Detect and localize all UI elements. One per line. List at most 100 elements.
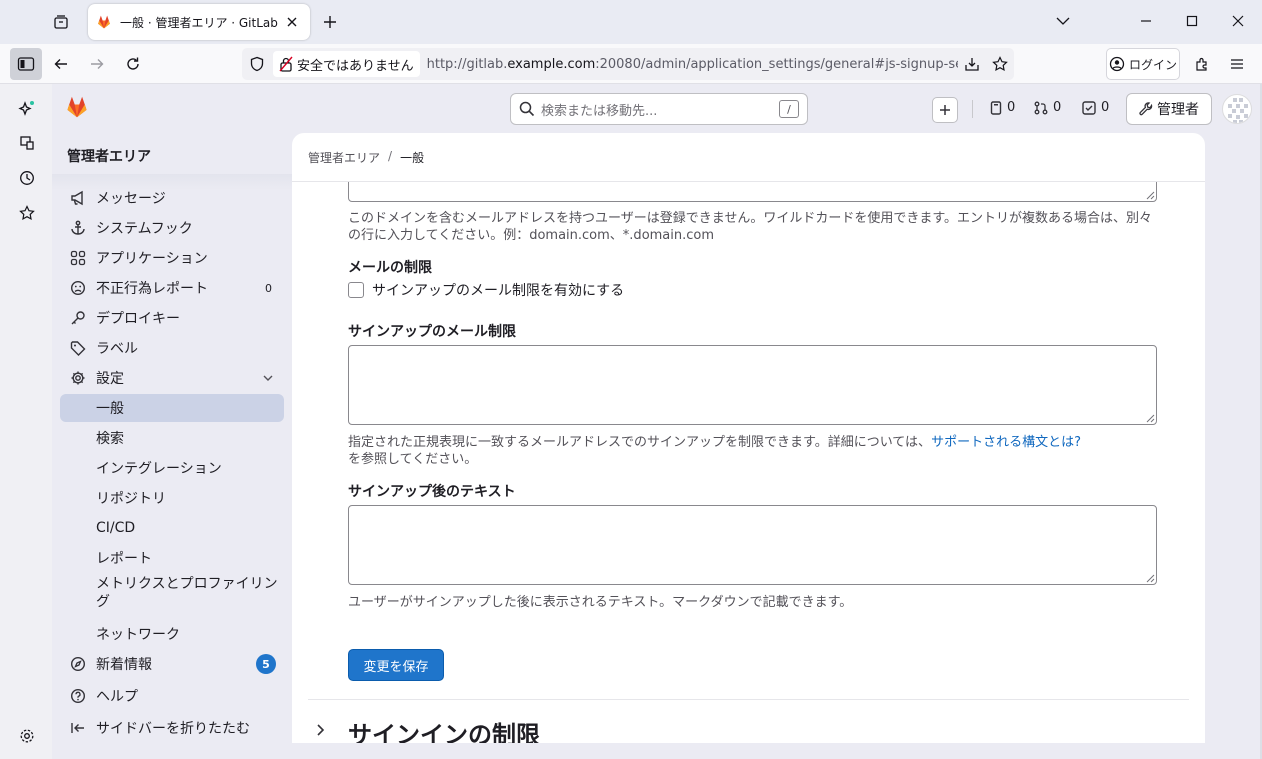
search-placeholder: 検索または移動先...: [541, 103, 658, 119]
insecure-lock-icon: [279, 56, 293, 72]
after-signup-text-label: サインアップ後のテキスト: [348, 484, 516, 500]
sidebar-scroll-area[interactable]: メッセージ システムフック アプリケーション 不正行為レポート 0 デプロイキー: [52, 174, 292, 650]
security-indicator[interactable]: 安全ではありません: [273, 51, 420, 77]
download-page-icon[interactable]: [958, 50, 986, 78]
gitlab-favicon-icon: [98, 15, 110, 29]
create-new-button[interactable]: [932, 97, 958, 123]
sidebar-subitem-label: リポジトリ: [96, 491, 166, 507]
key-icon: [68, 308, 88, 328]
user-avatar[interactable]: [1222, 94, 1252, 124]
forward-icon[interactable]: [81, 48, 113, 80]
whats-new-button[interactable]: 新着情報 5: [60, 650, 284, 678]
signup-email-restriction-help-text: 指定された正規表現に一致するメールアドレスでのサインアップを制限できます。詳細に…: [348, 435, 932, 450]
breadcrumb-current[interactable]: 一般: [400, 149, 424, 166]
merge-request-icon: [1034, 101, 1048, 114]
collapse-sidebar-button[interactable]: サイドバーを折りたたむ: [60, 714, 284, 742]
history-icon[interactable]: [14, 165, 40, 191]
header-divider: [972, 100, 973, 118]
issues-count: 0: [1007, 100, 1016, 115]
sidebar-subitem-general[interactable]: 一般: [60, 394, 284, 422]
maximize-icon[interactable]: [1179, 10, 1205, 32]
after-signup-help-text: ユーザーがサインアップした後に表示されるテキスト。マークダウンで記載できます。: [348, 595, 853, 610]
sidebar-subitem-repository[interactable]: リポジトリ: [60, 484, 284, 512]
sidebar-item-label: メッセージ: [96, 191, 166, 207]
supported-syntax-link[interactable]: サポートされる構文とは?: [931, 435, 1081, 450]
app-menu-icon[interactable]: [1221, 48, 1253, 80]
after-signup-textarea[interactable]: [348, 505, 1157, 585]
breadcrumb-separator: /: [388, 149, 393, 163]
sidebar-subitem-reporting[interactable]: レポート: [60, 544, 284, 572]
admin-area-button[interactable]: 管理者: [1126, 93, 1212, 125]
sidebar-footer: 新着情報 5 ヘルプ サイドバーを折りたたむ: [52, 650, 292, 759]
tab-list-icon[interactable]: [48, 10, 74, 34]
minimize-icon[interactable]: [1133, 10, 1159, 32]
merge-requests-counter[interactable]: 0: [1034, 100, 1061, 115]
issues-counter[interactable]: 0: [990, 100, 1015, 115]
url-prefix: http://gitlab.: [426, 56, 508, 72]
abuse-icon: [68, 278, 88, 298]
breadcrumb-admin-area[interactable]: 管理者エリア: [308, 149, 380, 166]
browser-tab[interactable]: 一般 · 管理者エリア · GitLab: [88, 4, 310, 40]
tracking-shield-icon[interactable]: [242, 56, 272, 72]
close-tab-icon[interactable]: [282, 12, 302, 32]
chevron-down-icon: [262, 374, 274, 382]
sidebar-item-labels[interactable]: ラベル: [60, 334, 284, 362]
sidebar-subitem-metrics[interactable]: メトリクスとプロファイリング: [60, 574, 284, 612]
sidebar-subitem-cicd[interactable]: CI/CD: [60, 514, 284, 542]
search-input[interactable]: 検索または移動先... /: [510, 93, 808, 125]
window-close-icon[interactable]: [1225, 10, 1251, 32]
sidebar-item-messages[interactable]: メッセージ: [60, 184, 284, 212]
sidebar-item-label: デプロイキー: [96, 311, 180, 327]
customize-sidebar-gear-icon[interactable]: [14, 723, 40, 749]
extensions-icon[interactable]: [1186, 48, 1218, 80]
denylist-help-text: このドメインを含むメールアドレスを持つユーザーは登録できません。ワイルドカードを…: [348, 211, 1153, 243]
sidebar-subitem-label: メトリクスとプロファイリング: [96, 576, 278, 610]
sign-in-restrictions-section-title[interactable]: サインインの制限: [348, 715, 540, 743]
sidebar-item-label: 設定: [96, 371, 124, 387]
sidebar-subitem-search[interactable]: 検索: [60, 424, 284, 452]
sidebar-subitem-network[interactable]: ネットワーク: [60, 620, 284, 648]
sidebar-item-deploy-keys[interactable]: デプロイキー: [60, 304, 284, 332]
ai-chatbot-icon[interactable]: [14, 96, 40, 122]
tab-title: 一般 · 管理者エリア · GitLab: [120, 15, 278, 30]
url-path: :20080/admin/application_settings/genera…: [595, 56, 958, 72]
search-icon: [519, 101, 535, 117]
synced-tabs-icon[interactable]: [14, 130, 40, 156]
gitlab-logo-icon[interactable]: [64, 94, 90, 120]
browser-nav-bar: 安全ではありません http://gitlab.example.com:2008…: [0, 44, 1262, 84]
todo-icon: [1082, 100, 1096, 115]
bookmark-star-icon[interactable]: [986, 50, 1014, 78]
help-button[interactable]: ヘルプ: [60, 682, 284, 710]
new-tab-icon[interactable]: [318, 10, 342, 34]
chevron-right-icon[interactable]: [316, 723, 326, 741]
sidebar-item-abuse-reports[interactable]: 不正行為レポート 0: [60, 274, 284, 302]
security-label: 安全ではありません: [297, 58, 414, 74]
search-shortcut-key: /: [779, 100, 799, 118]
back-icon[interactable]: [45, 48, 77, 80]
sidebar-subitem-integrations[interactable]: インテグレーション: [60, 454, 284, 482]
email-restriction-checkbox-row[interactable]: サインアップのメール制限を有効にする: [348, 280, 624, 300]
browser-login-button[interactable]: ログイン: [1106, 48, 1180, 80]
sidebar-toggle-icon[interactable]: [10, 48, 42, 80]
main-content-panel: 管理者エリア / 一般 このドメインを含むメールアドレスを持つユーザーは登録でき…: [292, 133, 1205, 743]
sidebar-item-settings[interactable]: 設定: [60, 364, 284, 392]
sidebar-subitem-label: 一般: [96, 401, 124, 417]
email-restriction-checkbox-label[interactable]: サインアップのメール制限を有効にする: [372, 280, 624, 300]
sidebar-item-system-hooks[interactable]: システムフック: [60, 214, 284, 242]
breadcrumb: 管理者エリア / 一般: [308, 149, 424, 166]
denylist-domains-textarea[interactable]: [348, 182, 1157, 202]
sidebar-item-applications[interactable]: アプリケーション: [60, 244, 284, 272]
bookmarks-icon[interactable]: [14, 200, 40, 226]
settings-icon: [68, 368, 88, 388]
wrench-icon: [1139, 102, 1153, 116]
collapse-sidebar-label: サイドバーを折りたたむ: [96, 721, 250, 737]
reload-icon[interactable]: [117, 48, 149, 80]
signup-email-restriction-textarea[interactable]: [348, 345, 1157, 425]
todos-counter[interactable]: 0: [1082, 100, 1109, 115]
tab-overflow-chevron-icon[interactable]: [1050, 10, 1076, 32]
url-bar[interactable]: 安全ではありません http://gitlab.example.com:2008…: [242, 48, 1014, 80]
url-text[interactable]: http://gitlab.example.com:20080/admin/ap…: [427, 57, 958, 72]
sidebar-item-label: システムフック: [96, 221, 193, 237]
save-changes-button[interactable]: 変更を保存: [348, 649, 444, 681]
email-restriction-checkbox[interactable]: [348, 282, 364, 298]
